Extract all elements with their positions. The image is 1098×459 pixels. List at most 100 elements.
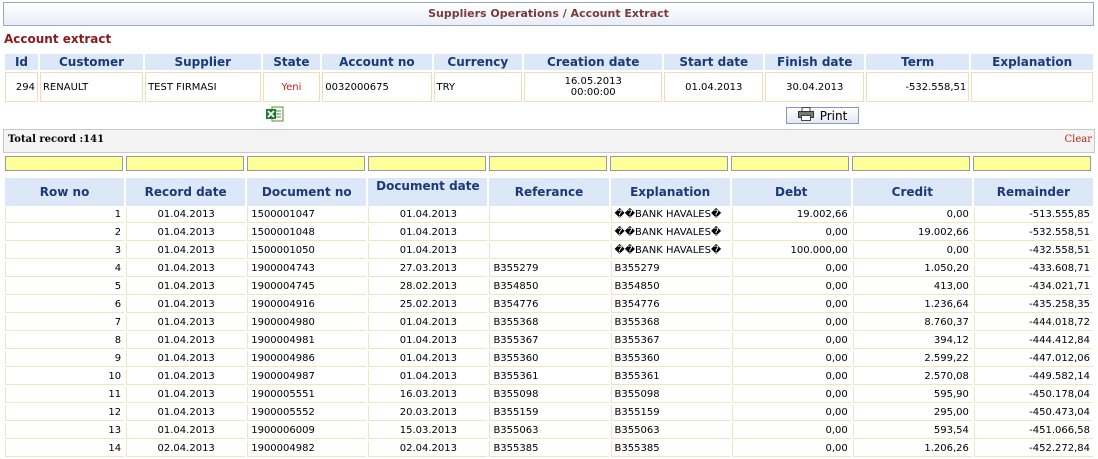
- filter-debt[interactable]: [731, 156, 849, 171]
- account-supplier: TEST FIRMASI: [145, 72, 261, 102]
- column-header[interactable]: Referance: [489, 178, 609, 206]
- table-row[interactable]: 10 01.04.2013 1900004987 01.04.2013 B355361 B…: [5, 369, 1093, 385]
- account-header-cell: Id: [5, 54, 38, 70]
- table-cell: 2.599,22: [852, 351, 972, 367]
- table-cell: B355367: [489, 333, 609, 349]
- column-header[interactable]: Remainder: [973, 178, 1093, 206]
- table-row[interactable]: 6 01.04.2013 1900004916 25.02.2013 B354776 B3…: [5, 297, 1093, 313]
- table-cell: 19.002,66: [731, 207, 851, 223]
- table-cell: B355279: [610, 261, 730, 277]
- account-customer: RENAULT: [39, 72, 144, 102]
- table-row[interactable]: 12 01.04.2013 1900005552 20.03.2013 B355159 B…: [5, 405, 1093, 421]
- table-cell: 0,00: [731, 441, 851, 457]
- account-header-row: Id Customer Supplier State Account no Cu…: [5, 54, 1093, 70]
- table-row[interactable]: 4 01.04.2013 1900004743 27.03.2013 B355279 B3…: [5, 261, 1093, 277]
- table-cell: -452.272,84: [973, 441, 1093, 457]
- column-header[interactable]: Document no: [247, 178, 367, 206]
- total-record-text: Total record :141: [8, 134, 105, 145]
- table-cell: 01.04.2013: [368, 207, 488, 223]
- table-cell: B355361: [489, 369, 609, 385]
- column-header[interactable]: Document date: [368, 178, 488, 206]
- table-cell: 1900004916: [247, 297, 367, 313]
- table-cell: 7: [5, 315, 125, 331]
- table-cell: 0,00: [731, 405, 851, 421]
- table-cell: 01.04.2013: [126, 225, 246, 241]
- account-data-row: 294 RENAULT TEST FIRMASI Yeni 0032000675…: [5, 72, 1093, 102]
- table-cell: B355367: [610, 333, 730, 349]
- table-cell: 01.04.2013: [126, 369, 246, 385]
- creation-time-text: 00:00:00: [570, 87, 616, 98]
- table-cell: 0,00: [731, 315, 851, 331]
- table-cell: 01.04.2013: [368, 351, 488, 367]
- table-cell: ��BANK HAVALES�: [610, 225, 730, 241]
- table-cell: 27.03.2013: [368, 261, 488, 277]
- table-row[interactable]: 5 01.04.2013 1900004745 28.02.2013 B354850 B3…: [5, 279, 1093, 295]
- table-cell: 8: [5, 333, 125, 349]
- table-row[interactable]: 3 01.04.2013 1500001050 01.04.2013 ��BANK HA…: [5, 243, 1093, 259]
- extract-table: 1 01.04.2013 1500001047 01.04.2013 ��BANK HA…: [3, 205, 1095, 459]
- account-header-cell: Supplier: [145, 54, 261, 70]
- table-cell: -450.178,04: [973, 387, 1093, 403]
- filter-record-date[interactable]: [126, 156, 244, 171]
- column-header[interactable]: Credit: [852, 178, 972, 206]
- table-cell: 0,00: [731, 225, 851, 241]
- clear-link[interactable]: Clear: [1064, 134, 1092, 145]
- table-cell: 01.04.2013: [126, 261, 246, 277]
- filter-document-date[interactable]: [368, 156, 486, 171]
- account-header-cell: Creation date: [524, 54, 663, 70]
- filter-explanation[interactable]: [610, 156, 728, 171]
- account-explanation: [971, 72, 1093, 102]
- table-cell: 11: [5, 387, 125, 403]
- section-title: Account extract: [4, 32, 112, 46]
- table-cell: 4: [5, 261, 125, 277]
- filter-referance[interactable]: [489, 156, 607, 171]
- table-cell: -447.012,06: [973, 351, 1093, 367]
- table-cell: 413,00: [852, 279, 972, 295]
- table-row[interactable]: 2 01.04.2013 1500001048 01.04.2013 ��BANK HA…: [5, 225, 1093, 241]
- table-cell: 1.050,20: [852, 261, 972, 277]
- filter-credit[interactable]: [852, 156, 970, 171]
- table-cell: 100.000,00: [731, 243, 851, 259]
- account-term: -532.558,51: [866, 72, 970, 102]
- table-cell: 01.04.2013: [126, 315, 246, 331]
- table-row[interactable]: 7 01.04.2013 1900004980 01.04.2013 B355368 B3…: [5, 315, 1093, 331]
- account-header-cell: Finish date: [765, 54, 865, 70]
- table-cell: 01.04.2013: [368, 243, 488, 259]
- table-cell: 02.04.2013: [126, 441, 246, 457]
- table-cell: B354850: [489, 279, 609, 295]
- account-header-cell: Account no: [322, 54, 432, 70]
- table-cell: B355385: [610, 441, 730, 457]
- table-row[interactable]: 1 01.04.2013 1500001047 01.04.2013 ��BANK HA…: [5, 207, 1093, 223]
- column-header[interactable]: Row no: [5, 178, 125, 206]
- table-cell: ��BANK HAVALES�: [610, 243, 730, 259]
- table-cell: 01.04.2013: [126, 387, 246, 403]
- table-cell: 25.02.2013: [368, 297, 488, 313]
- table-cell: B355368: [489, 315, 609, 331]
- table-cell: 01.04.2013: [368, 333, 488, 349]
- table-cell: -444.018,72: [973, 315, 1093, 331]
- table-cell: B355368: [610, 315, 730, 331]
- table-cell: -532.558,51: [973, 225, 1093, 241]
- table-cell: 01.04.2013: [368, 315, 488, 331]
- table-cell: 01.04.2013: [368, 369, 488, 385]
- column-header[interactable]: Explanation: [610, 178, 730, 206]
- table-cell: B354850: [610, 279, 730, 295]
- table-cell: 0,00: [852, 243, 972, 259]
- filter-row-no[interactable]: [5, 156, 123, 171]
- table-row[interactable]: 11 01.04.2013 1900005551 16.03.2013 B355098 B…: [5, 387, 1093, 403]
- table-row[interactable]: 8 01.04.2013 1900004981 01.04.2013 B355367 B3…: [5, 333, 1093, 349]
- excel-export-icon[interactable]: [266, 106, 284, 122]
- table-cell: 1900004743: [247, 261, 367, 277]
- column-header[interactable]: Debt: [731, 178, 851, 206]
- table-cell: 02.04.2013: [368, 441, 488, 457]
- filter-remainder[interactable]: [973, 156, 1091, 171]
- account-state: Yeni: [262, 72, 321, 102]
- account-number: 0032000675: [322, 72, 432, 102]
- column-header[interactable]: Record date: [126, 178, 246, 206]
- table-row[interactable]: 9 01.04.2013 1900004986 01.04.2013 B355360 B3…: [5, 351, 1093, 367]
- filter-document-no[interactable]: [247, 156, 365, 171]
- table-row[interactable]: 14 02.04.2013 1900004982 02.04.2013 B355385 B…: [5, 441, 1093, 457]
- table-cell: 1.206,26: [852, 441, 972, 457]
- account-header-cell: Currency: [433, 54, 523, 70]
- print-button[interactable]: Print: [786, 107, 859, 124]
